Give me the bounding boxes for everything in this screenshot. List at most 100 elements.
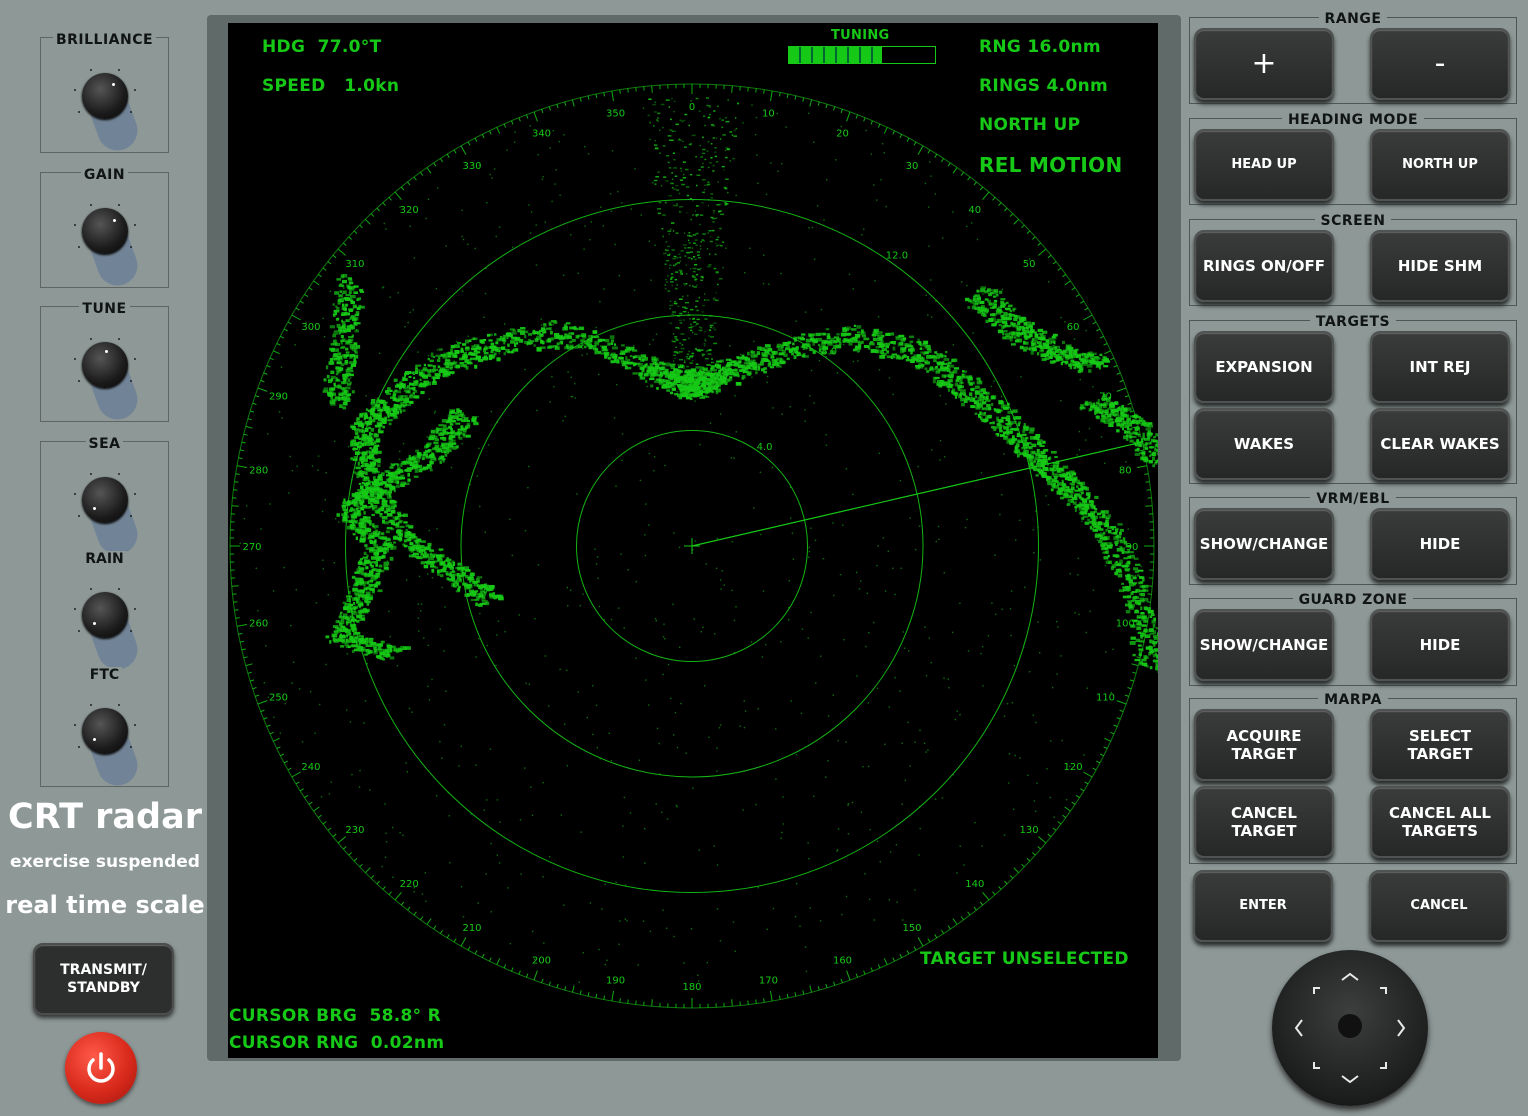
radar-app: BRILLIANCE GAIN TUNE SEA RAIN FTC CRT ra… [0, 0, 1528, 1116]
bearing-label: 280 [249, 466, 268, 477]
bearing-label: 130 [1020, 825, 1039, 836]
screen-group: SCREEN RINGS ON/OFF HIDE SHM [1189, 213, 1517, 306]
cancel-all-targets-button[interactable]: CANCEL ALL TARGETS [1370, 786, 1510, 858]
screen-group-title: SCREEN [1314, 213, 1392, 229]
heading-readout: HDG 77.0°T [262, 37, 382, 57]
north-up-label: NORTH UP [1402, 157, 1478, 172]
transmit-standby-button[interactable]: TRANSMIT/ STANDBY [33, 943, 174, 1015]
acquire-target-button[interactable]: ACQUIRE TARGET [1194, 709, 1334, 781]
ring-label: 8.0 [821, 347, 837, 358]
target-status: TARGET UNSELECTED [920, 949, 1129, 969]
ftc-label: FTC [86, 667, 123, 683]
ftc-knob[interactable] [81, 708, 143, 792]
land-echoes [322, 97, 1158, 673]
north-up-button[interactable]: NORTH UP [1370, 129, 1510, 201]
brilliance-knob[interactable] [81, 73, 143, 157]
bearing-label: 260 [249, 618, 268, 629]
bearing-label: 110 [1096, 693, 1115, 704]
cancel-all-targets-label: CANCEL ALL TARGETS [1389, 804, 1491, 840]
wakes-button[interactable]: WAKES [1194, 408, 1334, 480]
select-target-button[interactable]: SELECT TARGET [1370, 709, 1510, 781]
vrm-ebl-group: VRM/EBL SHOW/CHANGE HIDE [1189, 491, 1517, 585]
bearing-label: 50 [1023, 259, 1036, 270]
bearing-label: 40 [968, 205, 981, 216]
radar-screen[interactable]: 4.0 8.0 12.0 0 10 20 30 40 50 60 70 80 90 100 110 120 13… [228, 23, 1158, 1058]
bearing-label: 60 [1067, 322, 1080, 333]
cancel-target-label: CANCEL TARGET [1231, 804, 1297, 840]
enter-label: ENTER [1239, 898, 1287, 913]
wakes-label: WAKES [1233, 435, 1295, 453]
bearing-label: 140 [965, 879, 984, 890]
hide-shm-label: HIDE SHM [1397, 257, 1483, 275]
clear-wakes-button[interactable]: CLEAR WAKES [1370, 408, 1510, 480]
guard-zone-title: GUARD ZONE [1292, 592, 1414, 608]
cancel-target-button[interactable]: CANCEL TARGET [1194, 786, 1334, 858]
head-up-button[interactable]: HEAD UP [1194, 129, 1334, 201]
rings-readout: RINGS 4.0nm [979, 76, 1108, 96]
range-readout: RNG 16.0nm [979, 37, 1101, 57]
select-target-label: SELECT TARGET [1407, 727, 1473, 763]
bearing-label: 150 [902, 923, 921, 934]
bearing-label: 100 [1116, 618, 1135, 629]
guard-zone-hide-button[interactable]: HIDE [1370, 609, 1510, 681]
power-icon [87, 1052, 115, 1083]
bearing-label: 170 [759, 975, 778, 986]
vrm-ebl-show-change-label: SHOW/CHANGE [1199, 535, 1329, 553]
speed-readout: SPEED 1.0kn [262, 76, 400, 96]
enter-button[interactable]: ENTER [1193, 870, 1333, 942]
expansion-label: EXPANSION [1215, 358, 1313, 376]
sea-knob[interactable] [81, 477, 143, 561]
bearing-label: 120 [1064, 762, 1083, 773]
tuning-bar [788, 46, 936, 64]
bearing-label: 0 [689, 102, 695, 113]
range-group: RANGE + - [1189, 11, 1517, 104]
time-scale: real time scale [5, 891, 205, 919]
bearing-label: 320 [400, 205, 419, 216]
tune-label: TUNE [79, 301, 130, 317]
ring-label: 4.0 [757, 442, 773, 453]
guard-zone-group: GUARD ZONE SHOW/CHANGE HIDE [1189, 592, 1517, 686]
sea-label: SEA [85, 436, 124, 452]
radar-display[interactable]: 4.0 8.0 12.0 0 10 20 30 40 50 60 70 80 90 100 110 120 13… [228, 23, 1158, 1058]
power-button[interactable] [65, 1032, 137, 1104]
vrm-ebl-show-change-button[interactable]: SHOW/CHANGE [1194, 508, 1334, 580]
bearing-label: 90 [1126, 542, 1139, 553]
rings-toggle-button[interactable]: RINGS ON/OFF [1194, 230, 1334, 302]
brilliance-label: BRILLIANCE [52, 32, 157, 48]
int-rej-button[interactable]: INT REJ [1370, 331, 1510, 403]
rain-knob[interactable] [81, 592, 143, 676]
gain-knob[interactable] [81, 208, 143, 292]
vrm-ebl-hide-button[interactable]: HIDE [1370, 508, 1510, 580]
hide-shm-button[interactable]: HIDE SHM [1370, 230, 1510, 302]
targets-group-title: TARGETS [1309, 314, 1397, 330]
bearing-label: 190 [606, 975, 625, 986]
cancel-button[interactable]: CANCEL [1369, 870, 1509, 942]
bearing-label: 180 [682, 982, 701, 993]
bearing-label: 210 [462, 923, 481, 934]
targets-group: TARGETS EXPANSION INT REJ WAKES CLEAR WA… [1189, 314, 1517, 484]
head-up-label: HEAD UP [1231, 157, 1297, 172]
guard-zone-show-change-label: SHOW/CHANGE [1199, 636, 1329, 654]
exercise-status: exercise suspended [10, 852, 200, 872]
bearing-label: 160 [833, 956, 852, 967]
bearing-label: 300 [301, 322, 320, 333]
app-title: CRT radar [8, 797, 202, 837]
bearing-label: 310 [345, 259, 364, 270]
brilliance-control: BRILLIANCE [40, 32, 169, 157]
range-decrease-button[interactable]: - [1370, 28, 1510, 100]
orientation-readout: NORTH UP [979, 115, 1081, 135]
bearing-label: 270 [242, 542, 261, 553]
tune-knob[interactable] [81, 342, 143, 426]
gain-label: GAIN [80, 167, 129, 183]
bearing-label: 240 [301, 762, 320, 773]
guard-zone-hide-label: HIDE [1419, 636, 1461, 654]
bearing-label: 80 [1119, 466, 1132, 477]
expansion-button[interactable]: EXPANSION [1194, 331, 1334, 403]
range-group-title: RANGE [1318, 11, 1388, 27]
rain-label: RAIN [82, 551, 127, 567]
guard-zone-show-change-button[interactable]: SHOW/CHANGE [1194, 609, 1334, 681]
vrm-ebl-hide-label: HIDE [1419, 535, 1461, 553]
range-increase-label: + [1251, 46, 1277, 81]
joystick-control[interactable] [1272, 950, 1428, 1106]
range-increase-button[interactable]: + [1194, 28, 1334, 100]
